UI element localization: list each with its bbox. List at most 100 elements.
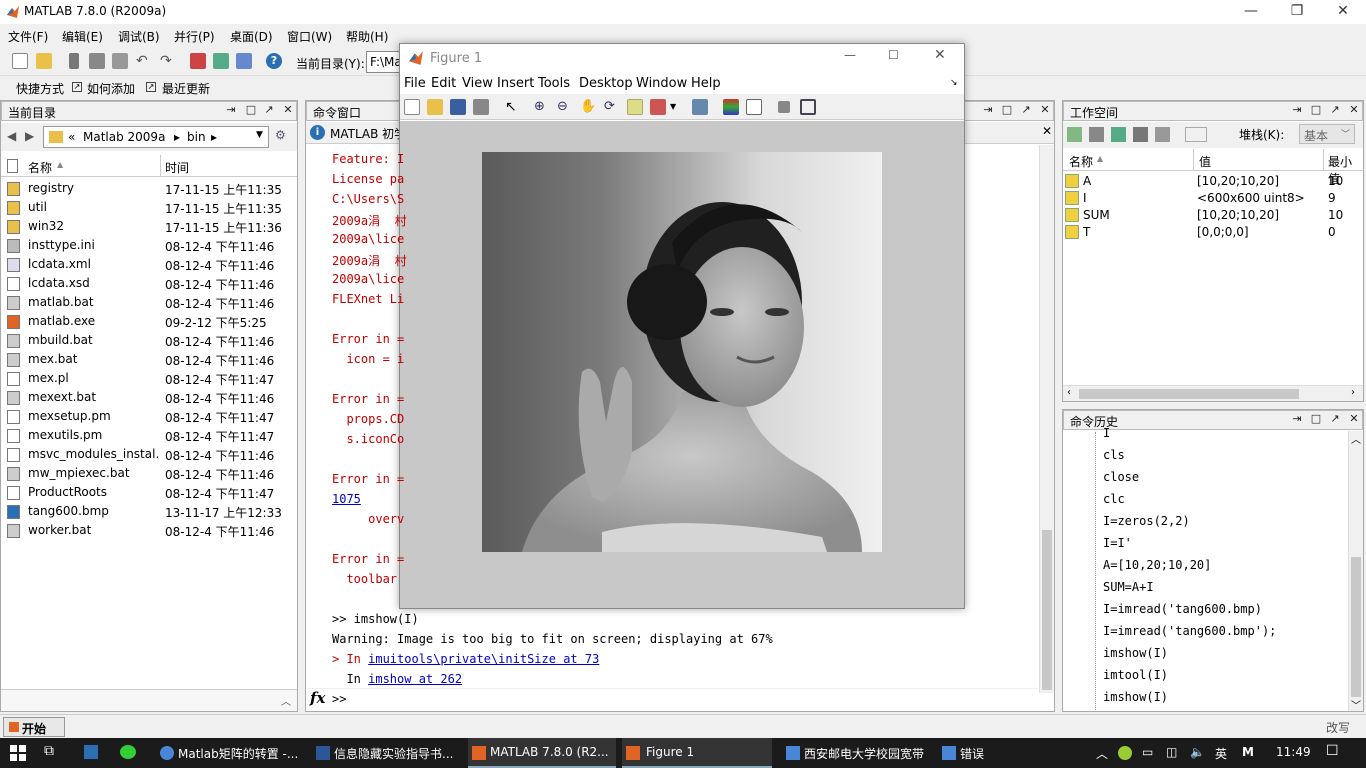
scroll-down-icon[interactable]: ﹀ [1351, 697, 1361, 712]
column-name[interactable]: 名称 [28, 159, 52, 176]
close-panel-icon[interactable]: ✕ [279, 103, 297, 116]
save-workspace-icon[interactable] [1133, 127, 1148, 142]
cut-icon[interactable] [69, 53, 79, 69]
workspace-variable-row[interactable]: T [0,0;0,0] 0 [1064, 224, 1360, 241]
history-item[interactable]: I=imread('tang600.bmp) [1103, 602, 1262, 616]
power-icon[interactable]: ▭ [1142, 738, 1158, 768]
fig-menu-desktop[interactable]: Desktop [579, 76, 633, 91]
shortcuts-label[interactable]: 快捷方式 [16, 80, 64, 97]
history-item[interactable]: close [1103, 470, 1139, 484]
maximize-icon[interactable]: □ [1307, 103, 1325, 116]
file-row[interactable]: mexsetup.pm 08-12-4 下午11:47 [1, 407, 297, 426]
open-variable-icon[interactable] [1089, 127, 1104, 142]
scrollbar-thumb[interactable] [1079, 389, 1299, 399]
start-button[interactable]: 开始(S) [3, 717, 65, 751]
close-button[interactable]: ✕ [934, 47, 946, 63]
new-figure-icon[interactable] [404, 99, 420, 115]
gear-icon[interactable]: ⚙ [275, 128, 286, 142]
whats-new-link[interactable]: 最近更新 [162, 80, 210, 97]
fig-menu-window[interactable]: Window [636, 76, 687, 91]
import-data-icon[interactable] [1111, 127, 1126, 142]
file-row[interactable]: matlab.bat 08-12-4 下午11:46 [1, 293, 297, 312]
zoom-out-icon[interactable]: ⊖ [557, 99, 573, 115]
file-row[interactable]: util 17-11-15 上午11:35 [1, 198, 297, 217]
fig-menu-tools[interactable]: Tools [538, 76, 570, 91]
menu-window[interactable]: 窗口(W) [287, 28, 332, 45]
menu-file[interactable]: 文件(F) [8, 28, 48, 45]
save-icon[interactable] [450, 99, 466, 115]
restore-button[interactable]: ❐ [1274, 0, 1320, 24]
zoom-in-icon[interactable]: ⊕ [534, 99, 550, 115]
maximize-icon[interactable]: □ [998, 103, 1016, 116]
new-variable-icon[interactable] [1067, 127, 1082, 142]
task-chrome-matlab-transpose[interactable]: Matlab矩阵的转置 -... [156, 738, 306, 768]
edit-plot-icon[interactable]: ↖ [505, 99, 521, 115]
history-item[interactable]: I=zeros(2,2) [1103, 514, 1190, 528]
imshow-link[interactable]: imshow at 262 [368, 672, 462, 686]
task-campus-network[interactable]: 西安邮电大学校园宽带 [782, 738, 932, 768]
history-item[interactable]: imtool(I) [1103, 668, 1168, 682]
undock-icon[interactable]: ⇥ [1288, 103, 1306, 116]
minimize-button[interactable]: — [844, 48, 856, 62]
new-file-icon[interactable] [12, 53, 28, 69]
file-row[interactable]: mexutils.pm 08-12-4 下午11:47 [1, 426, 297, 445]
initsize-link[interactable]: imuitools\private\initSize at 73 [368, 652, 599, 666]
task-figure[interactable]: Figure 1 [622, 738, 772, 768]
maximize-icon[interactable]: □ [1307, 412, 1325, 425]
popout-icon[interactable]: ↗ [1017, 103, 1035, 116]
menu-debug[interactable]: 调试(B) [118, 28, 160, 45]
forward-icon[interactable]: ▶ [25, 129, 34, 143]
clock[interactable]: 11:49 [1276, 738, 1316, 768]
task-error[interactable]: 错误 [938, 738, 1088, 768]
ime-mode-icon[interactable]: M [1242, 738, 1258, 768]
file-row[interactable]: mex.bat 08-12-4 下午11:46 [1, 350, 297, 369]
data-cursor-icon[interactable] [627, 99, 643, 115]
file-row[interactable]: lcdata.xsd 08-12-4 下午11:46 [1, 274, 297, 293]
history-item[interactable]: cls [1103, 448, 1125, 462]
fig-menu-edit[interactable]: Edit [431, 76, 456, 91]
scroll-left-icon[interactable]: ‹ [1067, 387, 1071, 398]
breadcrumb-bin[interactable]: bin [187, 130, 206, 144]
simulink-icon[interactable] [190, 53, 206, 69]
history-item[interactable]: I=imread('tang600.bmp'); [1103, 624, 1276, 638]
file-row[interactable]: tang600.bmp 13-11-17 上午12:33 [1, 502, 297, 521]
workspace-variable-row[interactable]: A [10,20;10,20] 10 [1064, 173, 1360, 190]
file-row[interactable]: lcdata.xml 08-12-4 下午11:46 [1, 255, 297, 274]
open-folder-icon[interactable] [36, 53, 52, 69]
history-item[interactable]: I [1103, 426, 1110, 440]
delete-variable-icon[interactable] [1155, 127, 1170, 142]
print-icon[interactable] [473, 99, 489, 115]
undock-icon[interactable]: ⇥ [1288, 412, 1306, 425]
scroll-right-icon[interactable]: › [1351, 387, 1355, 398]
history-item[interactable]: clc [1103, 492, 1125, 506]
history-item[interactable]: SUM=A+I [1103, 580, 1154, 594]
menu-help[interactable]: 帮助(H) [346, 28, 388, 45]
pan-icon[interactable]: ✋ [580, 99, 596, 115]
workspace-variable-row[interactable]: I <600x600 uint8> 9 [1064, 190, 1360, 207]
file-row[interactable]: mex.pl 08-12-4 下午11:47 [1, 369, 297, 388]
how-to-add-link[interactable]: 如何添加 [87, 80, 135, 97]
history-item[interactable]: imshow(I) [1103, 690, 1168, 704]
notification-icon[interactable]: ☐ [1326, 738, 1346, 768]
brush-icon[interactable] [650, 99, 666, 115]
workspace-hscroll[interactable]: ‹ › [1063, 385, 1363, 401]
fx-icon[interactable]: fx [310, 689, 325, 707]
breadcrumb-matlab[interactable]: Matlab 2009a [83, 130, 165, 144]
file-row[interactable]: mw_mpiexec.bat 08-12-4 下午11:46 [1, 464, 297, 483]
copy-icon[interactable] [89, 53, 105, 69]
back-icon[interactable]: ◀ [7, 129, 16, 143]
popout-icon[interactable]: ↗ [260, 103, 278, 116]
maximize-icon[interactable]: □ [242, 103, 260, 116]
file-row[interactable]: ProductRoots 08-12-4 下午11:47 [1, 483, 297, 502]
fig-menu-file[interactable]: File [404, 76, 426, 91]
history-scrollbar[interactable]: ︿ ﹀ [1348, 431, 1363, 712]
command-scrollbar[interactable] [1039, 145, 1054, 693]
close-panel-icon[interactable]: ✕ [1345, 103, 1363, 116]
minimize-button[interactable]: — [1228, 0, 1274, 24]
undock-icon[interactable]: ⇥ [979, 103, 997, 116]
guide-icon[interactable] [213, 53, 229, 69]
file-row[interactable]: registry 17-11-15 上午11:35 [1, 179, 297, 198]
link-plot-icon[interactable] [692, 99, 708, 115]
profiler-icon[interactable] [236, 53, 252, 69]
fig-menu-insert[interactable]: Insert [497, 76, 534, 91]
